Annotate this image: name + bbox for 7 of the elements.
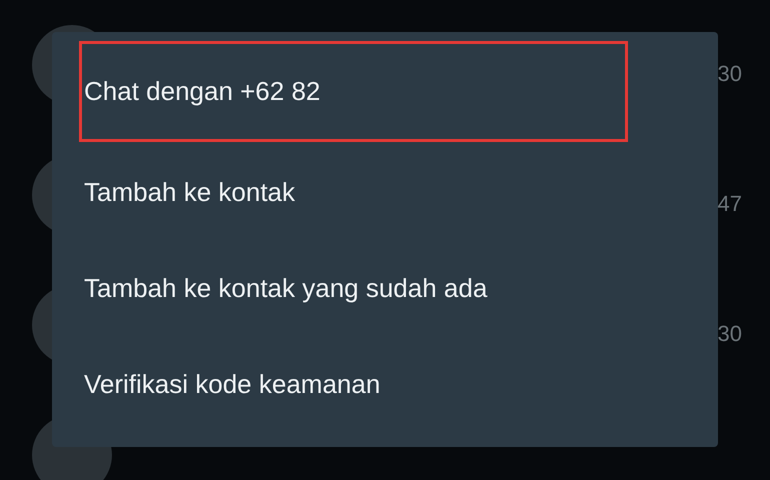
message-time: 30	[718, 321, 742, 347]
message-time: 47	[718, 191, 742, 217]
menu-item[interactable]: Chat dengan +62 82	[79, 41, 628, 142]
menu-item[interactable]: Tambah ke kontak yang sudah ada	[52, 240, 718, 336]
message-time: 30	[718, 61, 742, 87]
menu-item[interactable]: Tambah ke kontak	[52, 144, 718, 240]
menu-item[interactable]: Verifikasi kode keamanan	[52, 336, 718, 432]
